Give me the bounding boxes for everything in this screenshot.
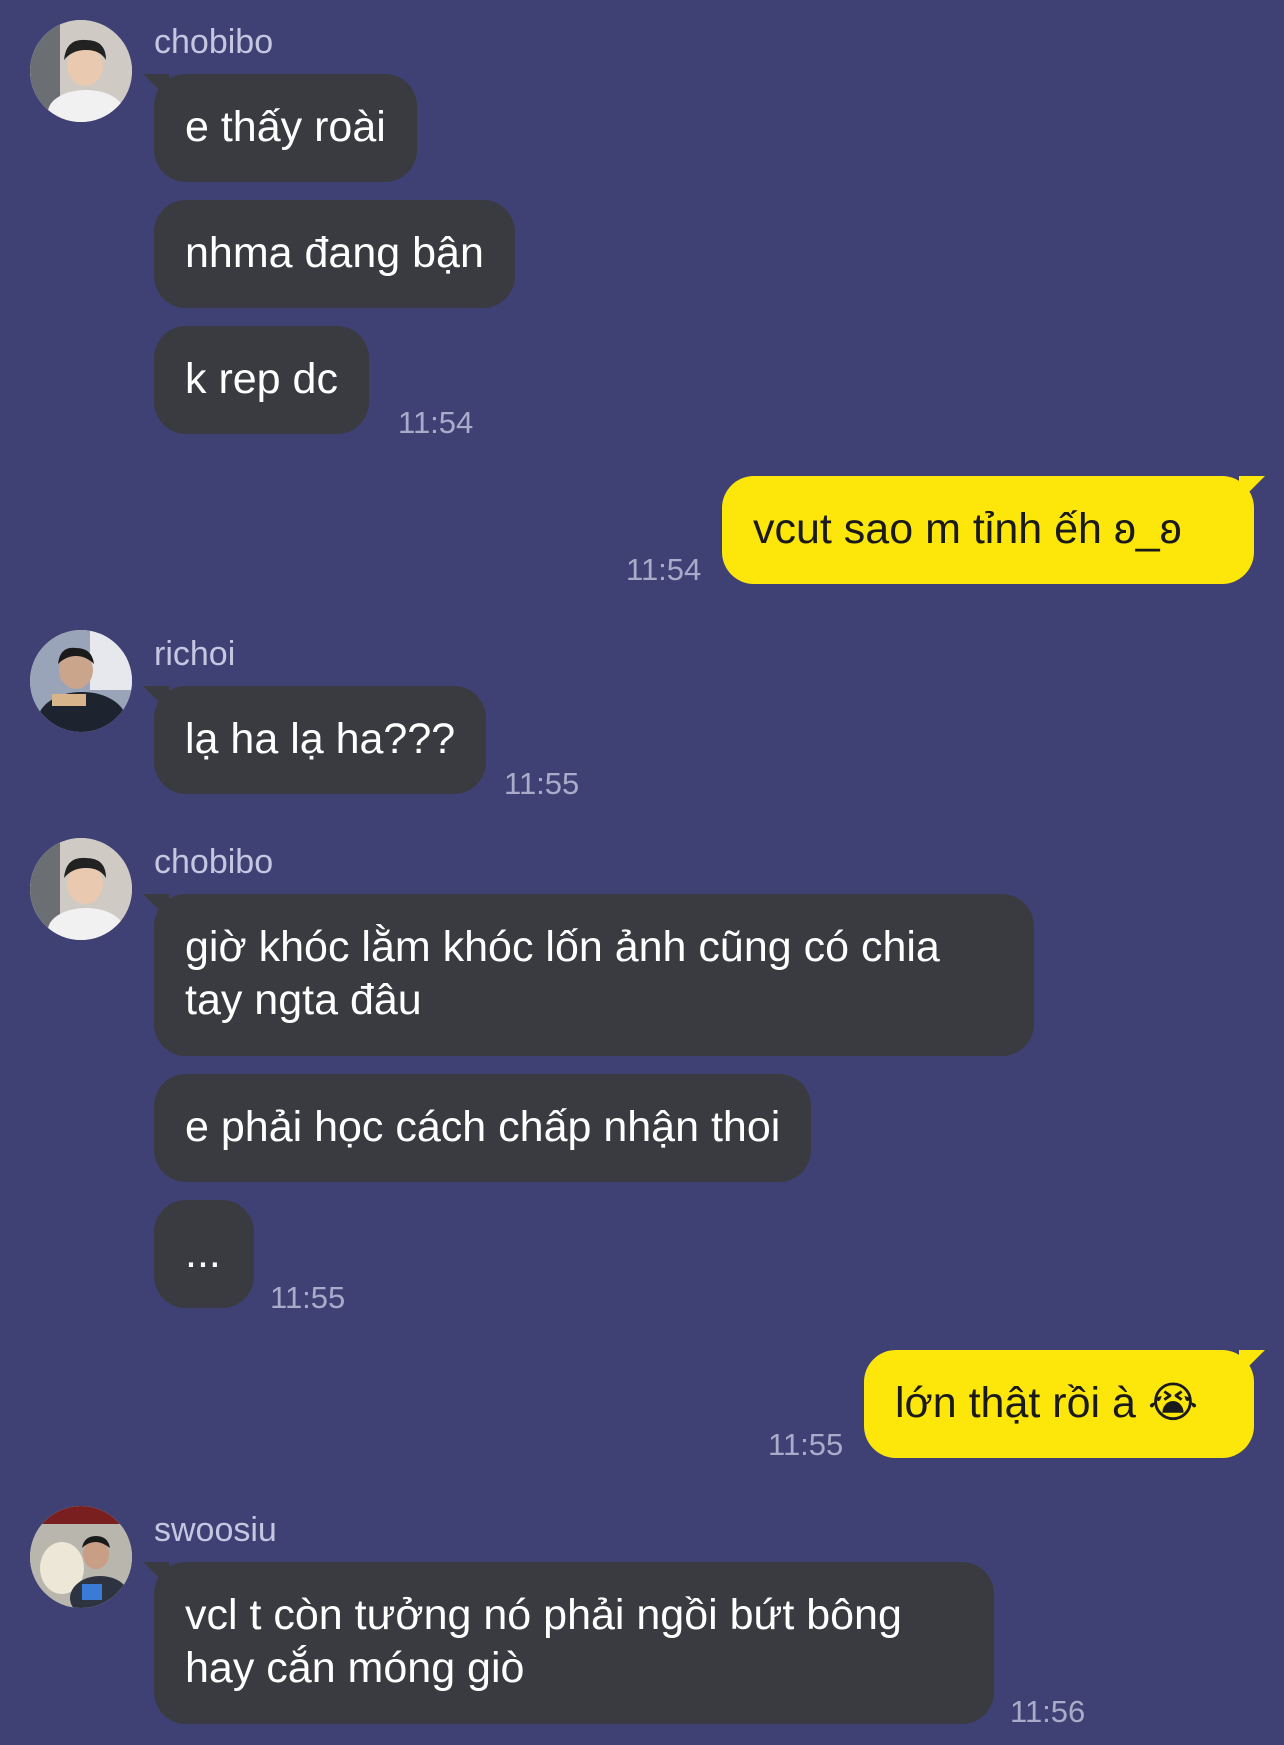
sender-name: chobibo	[154, 23, 274, 61]
message-timestamp: 11:54	[626, 552, 702, 587]
message-bubble[interactable]: nhma đang bận	[154, 200, 515, 308]
my-message-bubble[interactable]: lớn thật rồi à 😭	[864, 1350, 1265, 1458]
my-message-bubble[interactable]: vcut sao m tỉnh ếh ʚ_ʚ	[722, 476, 1265, 584]
message-bubble[interactable]: e phải học cách chấp nhận thoi	[154, 1074, 812, 1182]
sender-name: richoi	[154, 635, 236, 673]
message-bubble[interactable]: lạ ha lạ ha???	[142, 686, 487, 794]
message-bubble[interactable]: e thấy roài	[143, 74, 417, 182]
message-bubble[interactable]: k rep dc	[154, 326, 369, 434]
swoosiu-avatar[interactable]	[30, 1506, 132, 1608]
chobibo-avatar[interactable]	[30, 838, 132, 940]
sender-name: swoosiu	[154, 1511, 277, 1549]
message-bubble[interactable]: ...	[154, 1200, 254, 1308]
message-bubble[interactable]: giờ khóc lằm khóc lốn ảnh cũng có chia t…	[143, 894, 1034, 1056]
profile-photo-icon	[30, 838, 132, 940]
message-timestamp: 11:55	[504, 766, 580, 801]
profile-photo-icon	[30, 630, 132, 732]
richoi-avatar[interactable]	[30, 630, 132, 732]
message-timestamp: 11:56	[1010, 1694, 1086, 1729]
message-timestamp: 11:54	[398, 405, 474, 440]
message-timestamp: 11:55	[270, 1280, 346, 1315]
profile-photo-icon	[30, 20, 132, 122]
profile-photo-icon	[30, 1506, 132, 1608]
message-bubble[interactable]: vcl t còn tưởng nó phải ngồi bứt bông ha…	[143, 1562, 994, 1724]
chobibo-avatar[interactable]	[30, 20, 132, 122]
message-timestamp: 11:55	[768, 1427, 844, 1462]
sender-name: chobibo	[154, 843, 274, 881]
